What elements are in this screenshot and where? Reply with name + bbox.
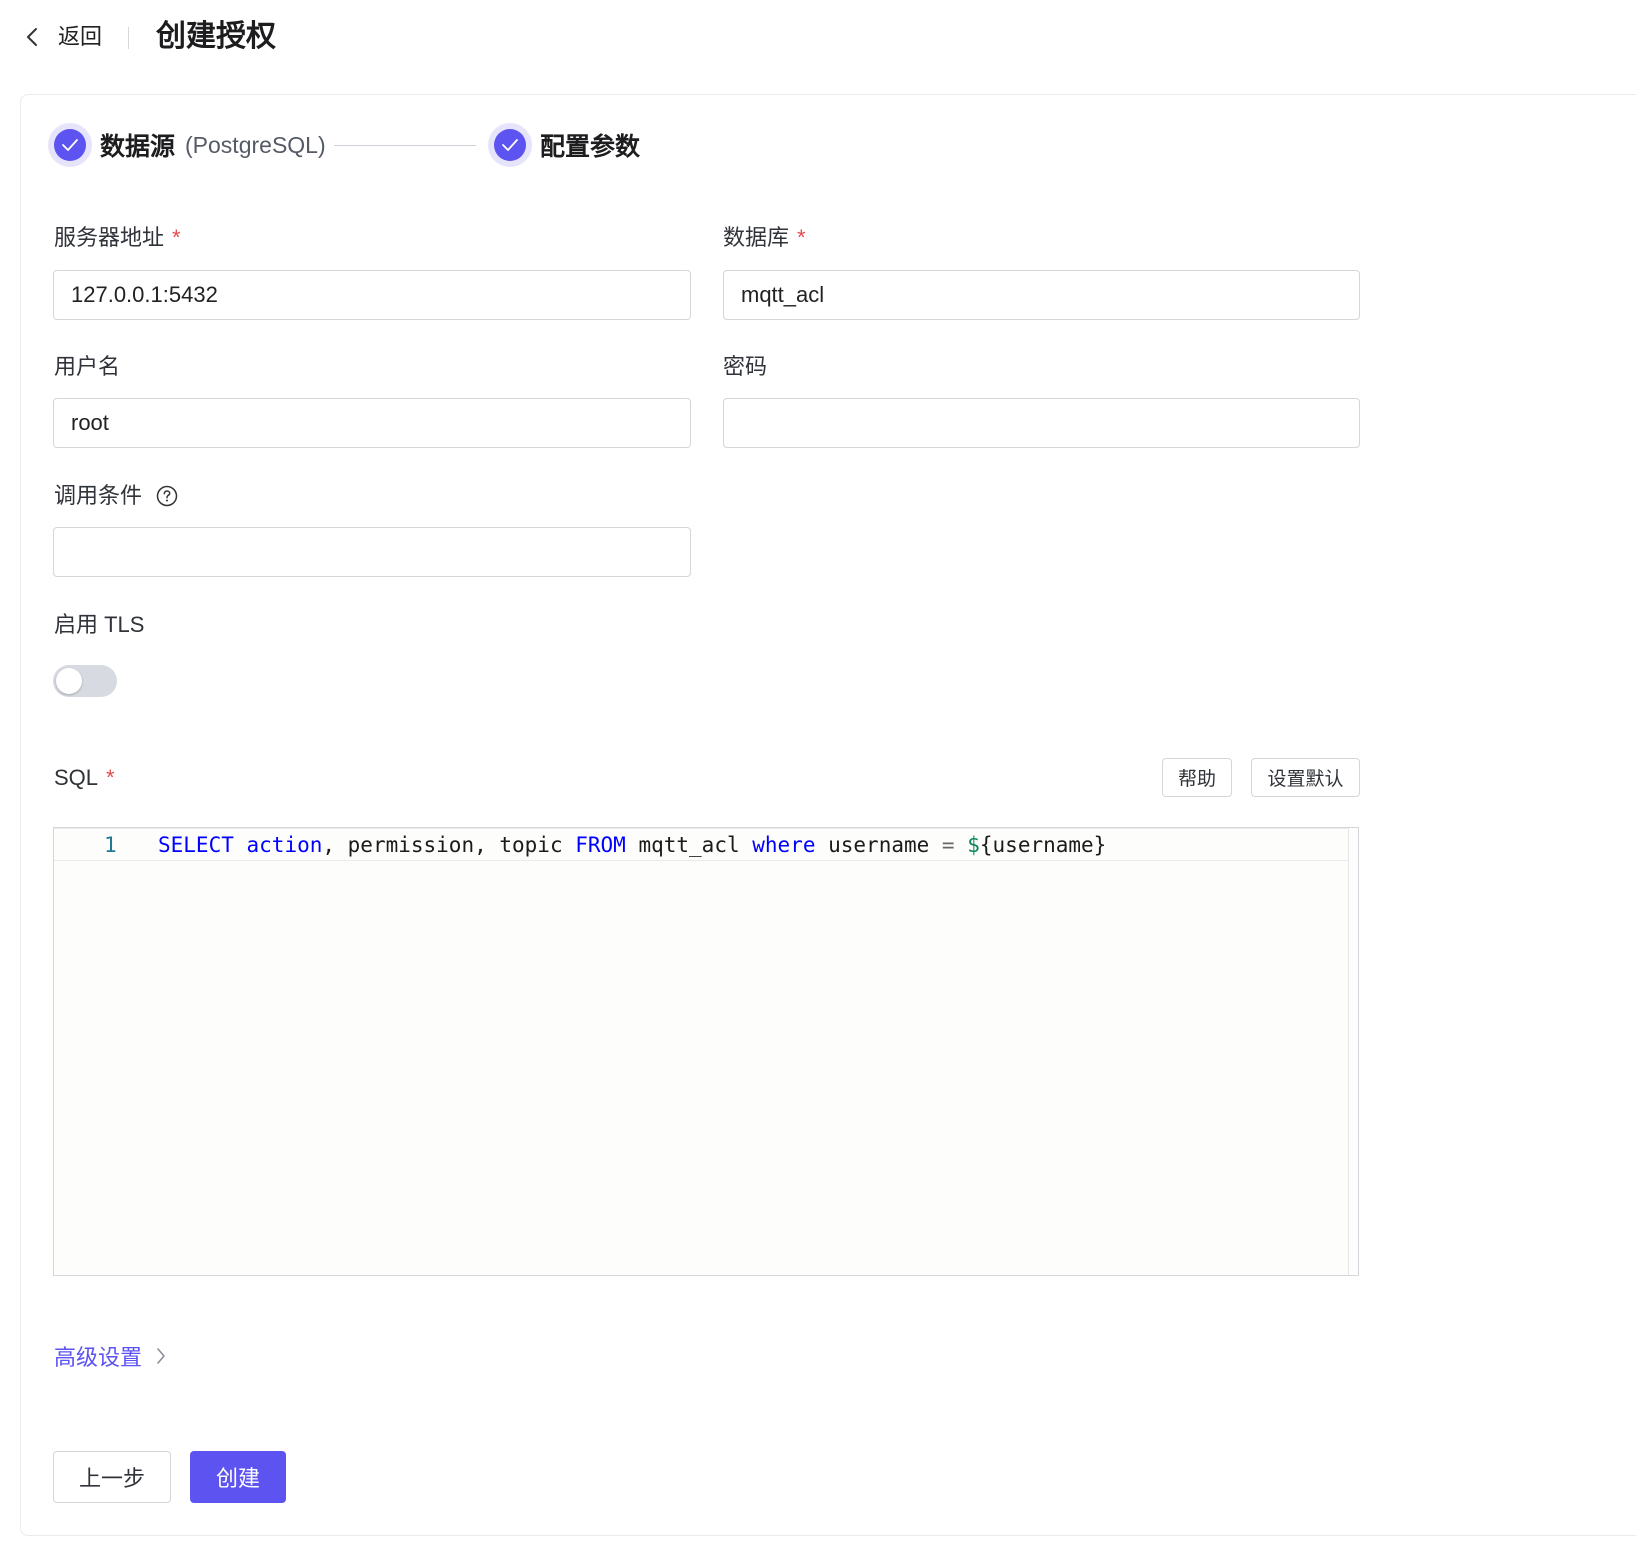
page-title: 创建授权 [156, 20, 276, 53]
sql-editor[interactable]: 1 SELECT action, permission, topic FROM … [53, 827, 1359, 1276]
chevron-left-icon[interactable] [22, 26, 42, 48]
step-datasource: 数据源 (PostgreSQL) [48, 122, 326, 168]
step-title: 数据源 [100, 133, 176, 161]
database-label-text: 数据库 [723, 225, 790, 250]
step-connector [334, 145, 476, 146]
step-check-icon [48, 123, 92, 167]
sql-token: where [752, 833, 816, 857]
sql-label-text: SQL [54, 765, 99, 790]
sql-token: action [246, 833, 323, 857]
step-subtitle: (PostgreSQL) [185, 131, 326, 158]
step-config: 配置参数 [488, 122, 640, 168]
sql-token: $ [967, 833, 980, 857]
sql-help-button[interactable]: 帮助 [1162, 758, 1232, 797]
password-label: 密码 [723, 351, 767, 383]
required-mark: * [106, 765, 115, 790]
sql-token: mqtt_acl [625, 833, 753, 857]
prev-step-button[interactable]: 上一步 [53, 1451, 171, 1503]
tls-label-text: 启用 TLS [54, 612, 145, 637]
question-circle-icon[interactable] [156, 485, 178, 507]
database-input[interactable]: mqtt_acl [723, 270, 1360, 320]
sql-token: , permission, topic [322, 833, 576, 857]
tls-label: 启用 TLS [54, 609, 144, 641]
prev-step-label: 上一步 [78, 1466, 145, 1491]
server-value: 127.0.0.1:5432 [71, 282, 218, 307]
sql-label: SQL * [54, 762, 115, 794]
chevron-right-icon [156, 1347, 166, 1365]
editor-scrollbar[interactable] [1348, 828, 1358, 1275]
toggle-knob [56, 668, 82, 694]
username-label-text: 用户名 [54, 354, 121, 379]
sql-default-label: 设置默认 [1267, 769, 1344, 790]
condition-label: 调用条件 [54, 480, 178, 512]
step-check-icon [488, 123, 532, 167]
password-label-text: 密码 [723, 354, 768, 379]
top-bar: 返回 创建授权 [0, 0, 1636, 76]
sql-token: FROM [575, 833, 626, 857]
divider [128, 27, 129, 49]
back-link[interactable]: 返回 [58, 20, 102, 54]
database-value: mqtt_acl [741, 282, 825, 307]
line-number: 1 [104, 833, 117, 857]
required-mark: * [172, 225, 181, 250]
server-label-text: 服务器地址 [54, 225, 165, 250]
tls-toggle[interactable] [53, 665, 117, 697]
condition-input[interactable] [53, 527, 691, 577]
server-label: 服务器地址 * [54, 222, 181, 254]
username-label: 用户名 [54, 351, 120, 383]
create-button[interactable]: 创建 [190, 1451, 286, 1503]
sql-code-line[interactable]: SELECT action, permission, topic FROM mq… [158, 830, 1106, 860]
password-input[interactable] [723, 398, 1360, 448]
step-title: 配置参数 [540, 133, 641, 161]
sql-token: SELECT [158, 833, 234, 857]
required-mark: * [797, 225, 806, 250]
username-value: root [71, 410, 109, 435]
server-input[interactable]: 127.0.0.1:5432 [53, 270, 691, 320]
username-input[interactable]: root [53, 398, 691, 448]
create-label: 创建 [215, 1466, 260, 1491]
sql-default-button[interactable]: 设置默认 [1251, 758, 1360, 797]
sql-help-label: 帮助 [1177, 769, 1216, 790]
advanced-settings-label: 高级设置 [54, 1345, 143, 1370]
sql-token: {username} [979, 833, 1107, 857]
condition-label-text: 调用条件 [54, 483, 143, 508]
sql-token: username [815, 833, 942, 857]
advanced-settings-link[interactable]: 高级设置 [54, 1340, 166, 1372]
sql-token: = [941, 833, 955, 857]
database-label: 数据库 * [723, 222, 806, 254]
